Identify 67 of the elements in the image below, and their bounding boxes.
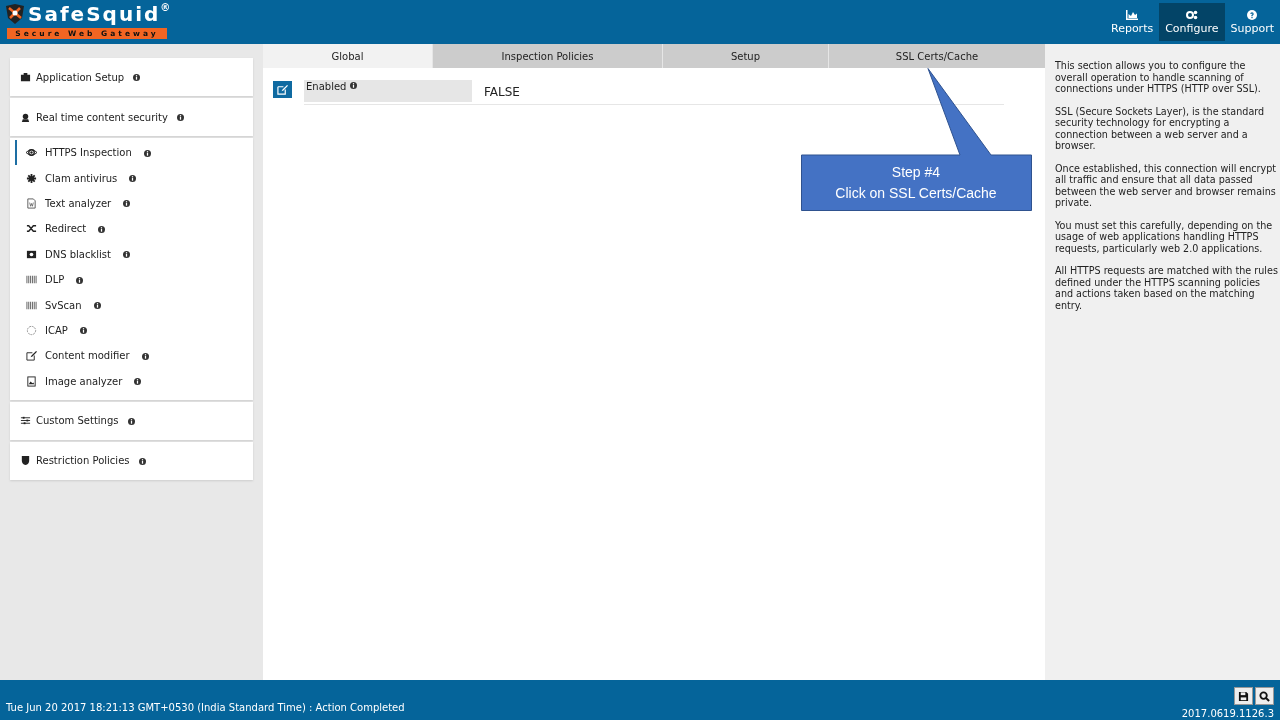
tab[interactable]: Global xyxy=(263,44,433,68)
sidebar-item[interactable]: Image analyzer xyxy=(15,368,253,394)
barcode-icon xyxy=(26,274,37,286)
field-label: Enabled xyxy=(304,80,472,102)
sidebar-item[interactable]: Text analyzer xyxy=(15,190,253,217)
eye-icon xyxy=(26,147,37,159)
info-icon xyxy=(93,302,101,310)
info-icon xyxy=(127,417,135,425)
sidebar-item[interactable]: Content modifier xyxy=(15,343,253,369)
image-icon xyxy=(26,375,37,387)
logo-text: SafeSquid$^{®}$ xyxy=(28,3,173,25)
info-icon xyxy=(76,276,84,284)
sidebar-item[interactable]: SvScan xyxy=(15,292,253,318)
sidebar-section[interactable]: Real time content security xyxy=(10,98,253,136)
help-paragraph: All HTTPS requests are matched with the rules defined under the HTTPS scanning policies and actions taken based on the matching entry. xyxy=(1055,265,1278,311)
info-icon xyxy=(129,175,137,183)
info-icon xyxy=(138,457,146,465)
asterisk-icon xyxy=(26,172,37,184)
circle-icon xyxy=(26,324,37,336)
save-button[interactable] xyxy=(1234,687,1253,705)
sidebar-item[interactable]: ICAP xyxy=(15,317,253,344)
info-icon xyxy=(79,327,87,335)
info-icon xyxy=(134,378,142,386)
info-icon xyxy=(123,200,131,208)
save-icon xyxy=(1238,690,1249,702)
sidebar-item[interactable]: DLP xyxy=(15,266,253,293)
sidebar-section[interactable]: Application Setup xyxy=(10,58,253,96)
sidebar-item[interactable]: HTTPS Inspection xyxy=(15,140,253,166)
help-paragraph: This section allows you to configure the overall operation to handle scanning of connections under HTTPS (HTTP over SSL). xyxy=(1055,60,1262,95)
sidebar-section[interactable]: Custom Settings xyxy=(10,401,253,440)
sliders-icon xyxy=(20,415,31,427)
version-text: 2017.0619.1126.3 xyxy=(1181,708,1274,719)
edit-icon xyxy=(26,350,37,362)
sidebar-item[interactable]: Clam antivirus xyxy=(15,165,253,191)
info-icon xyxy=(350,82,358,89)
callout-text: Step #4 Click on SSL Certs/Cache xyxy=(834,162,998,203)
info-icon xyxy=(133,74,141,81)
help-paragraph: Once established, this connection will encrypt all traffic and ensure that all data passed between the web server and browser remains private. xyxy=(1055,162,1278,209)
sidebar-item[interactable]: Redirect xyxy=(15,216,253,242)
camera-icon xyxy=(26,248,37,260)
search-icon xyxy=(1259,690,1270,702)
nav-tab[interactable]: Reports xyxy=(1105,3,1160,41)
info-icon xyxy=(141,352,149,360)
shield-icon xyxy=(20,455,31,467)
nav-tab[interactable]: Configure xyxy=(1159,3,1225,41)
document-icon xyxy=(26,197,37,209)
logo-icon xyxy=(4,4,26,24)
gears-icon xyxy=(1185,9,1198,20)
help-paragraph: SSL (Secure Sockets Layer), is the standard security technology for encrypting a connection between a web server and a browser. xyxy=(1055,105,1266,152)
info-icon xyxy=(176,114,184,121)
sidebar-item[interactable]: DNS blacklist xyxy=(15,241,253,267)
search-button[interactable] xyxy=(1255,687,1274,705)
shuffle-icon xyxy=(26,223,37,235)
briefcase-icon xyxy=(20,71,31,83)
sidebar-section[interactable]: Restriction Policies xyxy=(10,441,253,480)
chart-icon xyxy=(1126,9,1139,20)
info-icon xyxy=(122,251,130,259)
edit-icon xyxy=(277,84,288,95)
help-paragraph: You must set this carefully, depending on the usage of web applications handling HTTPS requests, particularly web 2.0 applications. xyxy=(1055,219,1274,254)
barcode-icon xyxy=(26,299,37,311)
nav-tab[interactable]: Support xyxy=(1224,3,1280,41)
edit-button[interactable] xyxy=(273,81,292,98)
field-value: FALSE xyxy=(483,84,521,101)
status-message: Tue Jun 20 2017 18:21:13 GMT+0530 (India Standard Time) : Action Completed xyxy=(6,702,405,715)
help-icon xyxy=(1247,9,1258,20)
info-icon xyxy=(98,225,106,233)
info-icon xyxy=(143,149,151,157)
